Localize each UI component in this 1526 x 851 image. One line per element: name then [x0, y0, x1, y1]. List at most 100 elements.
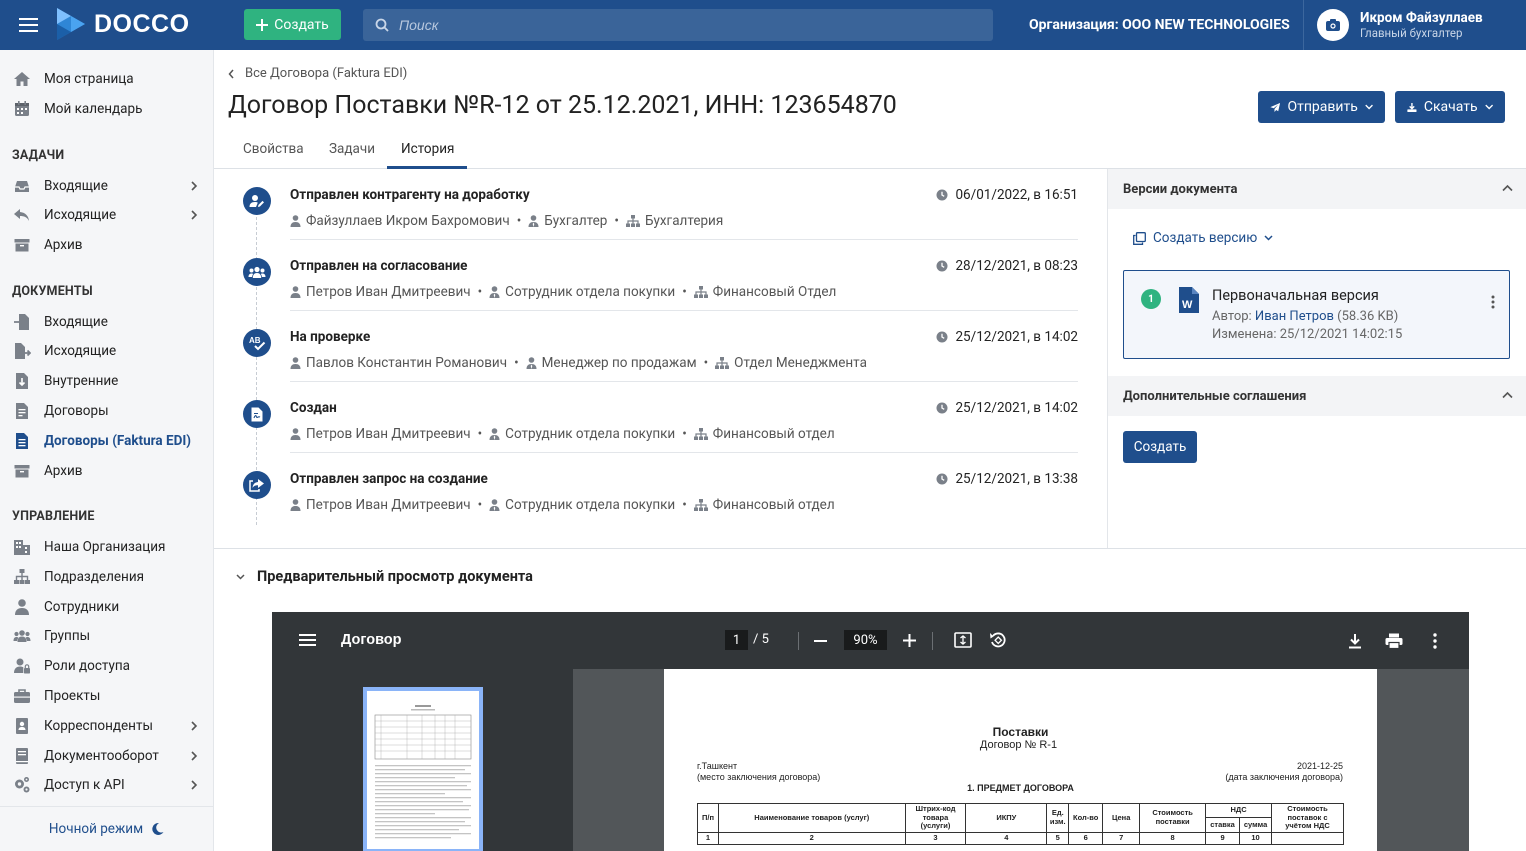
- tab-properties[interactable]: Свойства: [243, 141, 304, 157]
- sidebar-item-docs-outgoing[interactable]: Исходящие: [0, 337, 213, 365]
- user-tie-icon: [526, 357, 537, 369]
- sidebar-item-tasks-archive[interactable]: Архив: [0, 231, 213, 259]
- page-thumbnail[interactable]: [363, 687, 483, 851]
- sitemap-icon: [715, 357, 730, 369]
- zoom-level[interactable]: 90%: [844, 630, 887, 650]
- create-agreement-button[interactable]: Создать: [1123, 431, 1197, 463]
- send-button[interactable]: Отправить: [1258, 91, 1385, 123]
- separator-dot: •: [477, 497, 483, 513]
- sidebar-item-docs-contracts[interactable]: Договоры: [0, 397, 213, 425]
- sitemap-icon: [625, 215, 640, 227]
- users-icon: [248, 266, 266, 278]
- sitemap-icon: [14, 569, 30, 584]
- doc-table-number: 3: [904, 831, 967, 845]
- history-item: AB На проверке 25/12/2021, в 14:02 Павло…: [243, 329, 1078, 400]
- separator-dot: •: [477, 284, 483, 300]
- more-vertical-icon[interactable]: [1491, 295, 1495, 309]
- print-icon[interactable]: [1385, 633, 1403, 649]
- file-signature-icon: [251, 407, 263, 421]
- page-number-input[interactable]: 1: [725, 630, 748, 650]
- history-title: Создан: [290, 400, 337, 416]
- sidebar-item-label: Договоры (Faktura EDI): [44, 433, 192, 449]
- sidebar-item-divisions[interactable]: Подразделения: [0, 563, 213, 591]
- zoom-out-icon[interactable]: [814, 640, 827, 642]
- sidebar-item-docs-contracts-faktura[interactable]: Договоры (Faktura EDI): [0, 427, 213, 455]
- sidebar-item-organization[interactable]: Наша Организация: [0, 533, 213, 561]
- agreements-title: Дополнительные соглашения: [1123, 388, 1307, 404]
- agreements-header[interactable]: Дополнительные соглашения: [1108, 376, 1526, 416]
- breadcrumb-link[interactable]: Все Договора (Faktura EDI): [245, 66, 407, 81]
- sidebar-item-workflow[interactable]: Документооборот: [0, 742, 213, 770]
- menu-icon[interactable]: [299, 633, 316, 647]
- doc-table-header: Кол-во: [1068, 803, 1104, 833]
- hamburger-menu-icon[interactable]: [18, 15, 40, 35]
- sidebar-item-my-page[interactable]: Моя страница: [0, 65, 213, 93]
- tab-history[interactable]: История: [401, 141, 454, 157]
- file-import-icon: [14, 314, 29, 330]
- rotate-icon[interactable]: [989, 631, 1007, 649]
- version-card[interactable]: 1 W Первоначальная версия Автор: Иван Пе…: [1123, 270, 1510, 359]
- sidebar-item-access-roles[interactable]: Роли доступа: [0, 652, 213, 680]
- avatar[interactable]: [1317, 9, 1349, 41]
- doc-date-note: (дата заключения договора): [1225, 772, 1343, 782]
- sidebar-item-my-calendar[interactable]: Мой календарь: [0, 95, 213, 123]
- sidebar-item-tasks-outgoing[interactable]: Исходящие: [0, 201, 213, 229]
- fit-page-icon[interactable]: [954, 632, 972, 648]
- sidebar-item-label: Входящие: [44, 178, 108, 194]
- breadcrumb[interactable]: Все Договора (Faktura EDI): [228, 66, 407, 81]
- zoom-in-icon[interactable]: [903, 634, 916, 647]
- svg-text:AB: AB: [249, 336, 261, 345]
- history-meta: Павлов Константин Романович • Менеджер п…: [290, 355, 867, 371]
- sidebar-item-groups[interactable]: Группы: [0, 622, 213, 650]
- create-button[interactable]: Создать: [244, 9, 341, 40]
- doc-table-number: 9: [1205, 831, 1241, 845]
- chevron-left-icon: [228, 69, 234, 78]
- page-title: Договор Поставки №R-12 от 25.12.2021, ИН…: [228, 91, 897, 120]
- history-item: Отправлен контрагенту на доработку 06/01…: [243, 187, 1078, 258]
- sidebar-item-docs-internal[interactable]: Внутренние: [0, 367, 213, 395]
- download-icon[interactable]: [1348, 633, 1362, 649]
- version-modified: Изменена: 25/12/2021 14:02:15: [1212, 327, 1403, 342]
- history-title: Отправлен запрос на создание: [290, 471, 488, 487]
- sidebar-section-documents: ДОКУМЕНТЫ: [12, 284, 93, 299]
- user-name[interactable]: Икром Файзуллаев: [1360, 10, 1483, 26]
- thumbnail-pane: [272, 669, 573, 851]
- inbox-icon: [15, 181, 29, 192]
- plus-icon: [256, 18, 269, 31]
- more-vertical-icon[interactable]: [1433, 633, 1437, 649]
- preview-header[interactable]: Предварительный просмотр документа: [236, 568, 533, 585]
- sidebar-item-tasks-incoming[interactable]: Входящие: [0, 172, 213, 200]
- night-mode-toggle[interactable]: Ночной режим: [0, 806, 213, 851]
- sidebar-item-employees[interactable]: Сотрудники: [0, 593, 213, 621]
- search-bar[interactable]: [363, 9, 993, 41]
- doc-table-header: Ед. изм.: [1046, 803, 1070, 833]
- history-person: Файзуллаев Икром Бахромович: [306, 213, 510, 229]
- history-date-text: 28/12/2021, в 08:23: [955, 258, 1078, 274]
- logo[interactable]: DOCCO: [54, 6, 190, 42]
- history-title: Отправлен на согласование: [290, 258, 468, 274]
- sidebar-item-label: Подразделения: [44, 569, 145, 585]
- separator-dot: •: [514, 355, 519, 371]
- sidebar-item-correspondents[interactable]: Корреспонденты: [0, 712, 213, 740]
- sidebar-item-docs-archive[interactable]: Архив: [0, 457, 213, 485]
- doc-table-number: 10: [1239, 831, 1273, 845]
- share-square-icon: [249, 479, 264, 492]
- sidebar: Моя страница Мой календарь ЗАДАЧИ Входящ…: [0, 50, 214, 851]
- sidebar-item-docs-incoming[interactable]: Входящие: [0, 308, 213, 336]
- separator-dot: •: [682, 284, 687, 300]
- search-input[interactable]: [399, 17, 959, 33]
- history-dept: Финансовый Отдел: [712, 284, 837, 300]
- sidebar-item-api-access[interactable]: Доступ к API: [0, 771, 213, 799]
- tab-tasks[interactable]: Задачи: [329, 141, 375, 157]
- doc-table-header: Стоимость поставок с учётом НДС: [1271, 803, 1344, 833]
- history-separator: [290, 452, 1078, 453]
- history-date: 28/12/2021, в 08:23: [936, 258, 1078, 274]
- versions-header[interactable]: Версии документа: [1108, 169, 1526, 209]
- chevron-down-icon: [1365, 104, 1373, 110]
- create-version-button[interactable]: Создать версию: [1133, 230, 1273, 246]
- download-button[interactable]: Скачать: [1395, 91, 1505, 123]
- sidebar-item-projects[interactable]: Проекты: [0, 682, 213, 710]
- version-author-link[interactable]: Иван Петров: [1255, 309, 1334, 324]
- sidebar-item-label: Проекты: [44, 688, 101, 704]
- create-button-label: Создать: [274, 16, 329, 33]
